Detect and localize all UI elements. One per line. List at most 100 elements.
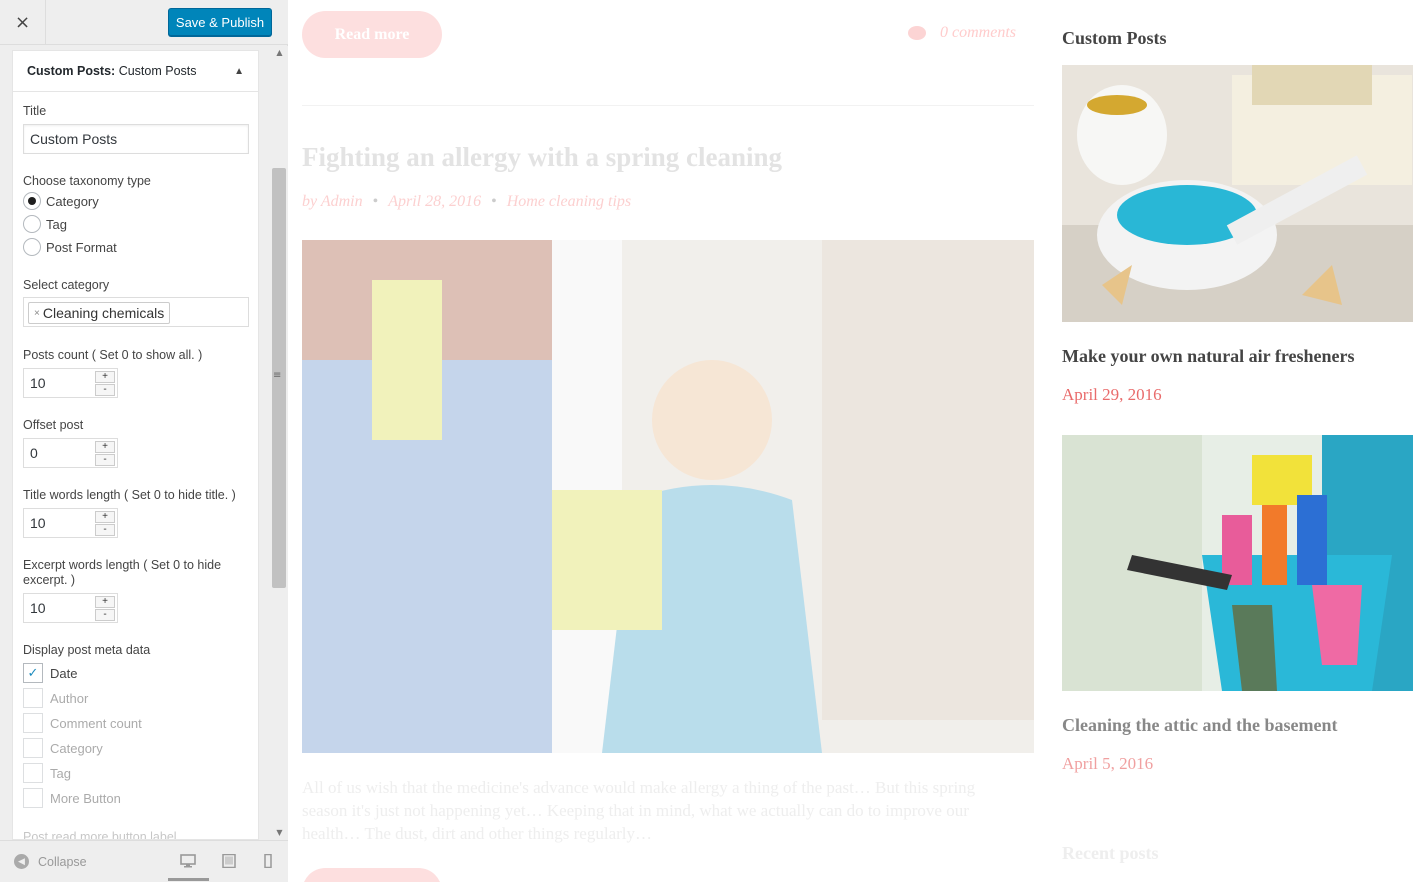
radio-button[interactable] bbox=[23, 215, 41, 233]
read-more-button[interactable]: Read more bbox=[302, 11, 442, 58]
title-words-label: Title words length ( Set 0 to hide title… bbox=[23, 488, 236, 502]
collapse-arrow-icon[interactable]: ▲ bbox=[234, 66, 244, 77]
custom-posts-widget: Custom Posts: Custom Posts ▲ Title Custo… bbox=[12, 50, 259, 840]
stepper-value: 10 bbox=[30, 600, 46, 616]
desktop-preview-icon[interactable] bbox=[180, 854, 196, 868]
post-meta: by Admin • April 28, 2016 • Home cleaning ti… bbox=[302, 193, 632, 210]
meta-label: Display post meta data bbox=[23, 643, 151, 657]
increment-button[interactable]: + bbox=[95, 511, 115, 523]
decrement-button[interactable]: - bbox=[95, 384, 115, 396]
radio-label: Post Format bbox=[46, 239, 117, 255]
sidebar-post-date[interactable]: April 29, 2016 bbox=[1062, 385, 1162, 405]
checkbox[interactable] bbox=[23, 788, 43, 808]
post-date[interactable]: April 28, 2016 bbox=[388, 193, 481, 210]
sidebar-post-image[interactable] bbox=[1062, 435, 1413, 691]
excerpt-label-cont: excerpt. ) bbox=[23, 573, 76, 587]
decrement-button[interactable]: - bbox=[95, 454, 115, 466]
checkbox-label: Comment count bbox=[50, 715, 142, 731]
checkbox-label: Tag bbox=[50, 765, 71, 781]
sidebar-post-image[interactable] bbox=[1062, 65, 1413, 322]
title-input[interactable]: Custom Posts bbox=[23, 124, 249, 154]
checkbox-comment-count[interactable]: Comment count bbox=[23, 713, 142, 733]
increment-button[interactable]: + bbox=[95, 441, 115, 453]
checkbox[interactable] bbox=[23, 738, 43, 758]
radio-post-format[interactable]: Post Format bbox=[23, 238, 117, 256]
taxonomy-label: Choose taxonomy type bbox=[23, 174, 151, 188]
post-featured-image[interactable] bbox=[302, 240, 1034, 753]
category-select[interactable]: × Cleaning chemicals bbox=[23, 297, 249, 327]
tablet-preview-icon[interactable] bbox=[221, 854, 237, 868]
checkbox-label: Date bbox=[50, 665, 78, 681]
stepper-value: 10 bbox=[30, 515, 46, 531]
customizer-header: × Save & Publish bbox=[0, 0, 288, 45]
radio-label: Tag bbox=[46, 216, 67, 232]
stepper-value: 10 bbox=[30, 375, 46, 391]
widget-title-prefix: Custom Posts: bbox=[27, 64, 116, 78]
post-title[interactable]: Fighting an allergy with a spring cleani… bbox=[302, 142, 782, 173]
radio-category[interactable]: Category bbox=[23, 192, 99, 210]
scroll-up-icon[interactable]: ▲ bbox=[271, 46, 288, 60]
checkbox[interactable]: ✓ bbox=[23, 663, 43, 683]
active-device-indicator bbox=[168, 878, 209, 881]
customizer-footer: ◀ Collapse bbox=[0, 840, 288, 882]
site-preview: Read more 0 comments Fighting an allergy… bbox=[288, 0, 1427, 882]
offset-stepper[interactable]: 0 + - bbox=[23, 438, 118, 468]
category-tag: × Cleaning chemicals bbox=[28, 302, 171, 324]
customizer-panel: × Save & Publish Custom Posts: Custom Po… bbox=[0, 0, 288, 882]
collapse-icon: ◀ bbox=[14, 854, 29, 869]
sidebar-post-date[interactable]: April 5, 2016 bbox=[1062, 754, 1153, 774]
sidebar-widget-title: Custom Posts bbox=[1062, 28, 1167, 48]
widget-header[interactable]: Custom Posts: Custom Posts ▲ bbox=[13, 51, 258, 92]
checkbox-more-button[interactable]: More Button bbox=[23, 788, 121, 808]
decrement-button[interactable]: - bbox=[95, 524, 115, 536]
checkbox-label: Category bbox=[50, 740, 103, 756]
checkbox-label: More Button bbox=[50, 790, 121, 806]
increment-button[interactable]: + bbox=[95, 596, 115, 608]
radio-label: Category bbox=[46, 193, 99, 209]
sidebar-post-title[interactable]: Make your own natural air fresheners bbox=[1062, 346, 1355, 367]
category-tag-label: Cleaning chemicals bbox=[42, 305, 165, 321]
resize-grip-icon[interactable]: ≡ bbox=[273, 370, 281, 381]
post-category[interactable]: Home cleaning tips bbox=[507, 193, 631, 210]
recent-posts-title: Recent posts bbox=[1062, 843, 1159, 863]
checkbox[interactable] bbox=[23, 713, 43, 733]
close-icon: × bbox=[14, 12, 31, 33]
mobile-preview-icon[interactable] bbox=[260, 854, 276, 868]
excerpt-stepper[interactable]: 10 + - bbox=[23, 593, 118, 623]
comments-link[interactable]: 0 comments bbox=[908, 24, 1016, 42]
post-excerpt: All of us wish that the medicine's advan… bbox=[302, 778, 976, 843]
category-label: Select category bbox=[23, 278, 110, 292]
panel-scrollbar[interactable]: ▲ ▼ bbox=[271, 46, 288, 840]
posts-count-label: Posts count ( Set 0 to show all. ) bbox=[23, 348, 203, 362]
checkbox-tag[interactable]: Tag bbox=[23, 763, 71, 783]
post-divider bbox=[302, 105, 1034, 106]
title-label: Title bbox=[23, 104, 47, 118]
comment-bubble-icon bbox=[908, 26, 926, 40]
read-more-label-cut: Post read more button label bbox=[23, 830, 177, 840]
collapse-button[interactable]: ◀ Collapse bbox=[14, 854, 87, 869]
scroll-down-icon[interactable]: ▼ bbox=[271, 826, 288, 840]
decrement-button[interactable]: - bbox=[95, 609, 115, 621]
offset-label: Offset post bbox=[23, 418, 84, 432]
posts-count-stepper[interactable]: 10 + - bbox=[23, 368, 118, 398]
checkbox-category[interactable]: Category bbox=[23, 738, 103, 758]
radio-tag[interactable]: Tag bbox=[23, 215, 67, 233]
sidebar-post-title[interactable]: Cleaning the attic and the basement bbox=[1062, 715, 1338, 736]
excerpt-label: Excerpt words length ( Set 0 to hide bbox=[23, 558, 222, 572]
close-button[interactable]: × bbox=[0, 0, 46, 45]
checkbox[interactable] bbox=[23, 763, 43, 783]
title-words-stepper[interactable]: 10 + - bbox=[23, 508, 118, 538]
collapse-label: Collapse bbox=[38, 854, 87, 869]
checkbox-author[interactable]: Author bbox=[23, 688, 88, 708]
read-more-button-2[interactable] bbox=[302, 868, 442, 882]
radio-button[interactable] bbox=[23, 192, 41, 210]
remove-tag-icon[interactable]: × bbox=[34, 308, 40, 319]
widget-title-name: Custom Posts bbox=[118, 64, 197, 78]
save-publish-button[interactable]: Save & Publish bbox=[168, 8, 272, 36]
radio-button[interactable] bbox=[23, 238, 41, 256]
checkbox[interactable] bbox=[23, 688, 43, 708]
comments-count: 0 comments bbox=[940, 24, 1016, 41]
post-author[interactable]: by Admin bbox=[302, 193, 363, 210]
increment-button[interactable]: + bbox=[95, 371, 115, 383]
checkbox-date[interactable]: ✓ Date bbox=[23, 663, 77, 683]
